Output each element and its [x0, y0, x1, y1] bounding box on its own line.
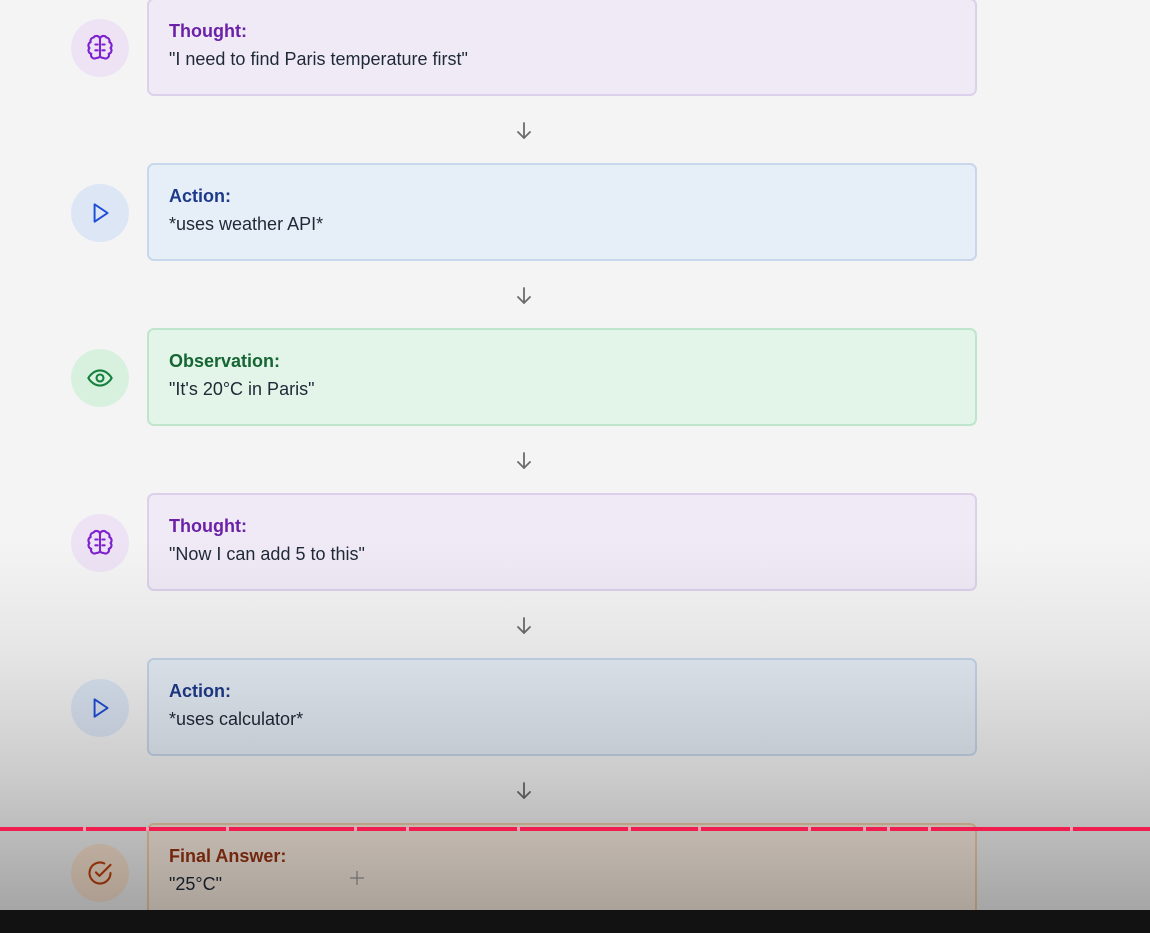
chapter-marker: [863, 827, 866, 831]
card-text: "I need to find Paris temperature first": [169, 49, 468, 69]
step-action-2: Action: *uses calculator*: [0, 658, 1150, 758]
step-final-answer: Final Answer: "25°C": [0, 823, 1150, 910]
step-thought-1: Thought: "I need to find Paris temperatu…: [0, 0, 1150, 98]
play-icon: [71, 679, 129, 737]
chapter-marker: [354, 827, 357, 831]
card-title: Observation:: [169, 351, 281, 371]
crosshair-cursor-icon: [350, 871, 364, 885]
video-player-bottom-bar: [0, 910, 1150, 933]
action-card: Action: *uses calculator*: [147, 658, 977, 756]
arrow-down-icon: [517, 287, 531, 304]
action-card: Action: *uses weather API*: [147, 163, 977, 261]
chapter-marker: [928, 827, 931, 831]
arrow-down-icon: [517, 452, 531, 469]
chapter-marker: [698, 827, 701, 831]
chapter-marker: [808, 827, 811, 831]
step-action-1: Action: *uses weather API*: [0, 163, 1150, 263]
card-title: Action:: [169, 681, 231, 701]
chapter-marker: [406, 827, 409, 831]
card-title: Action:: [169, 186, 231, 206]
observation-card: Observation: "It's 20°C in Paris": [147, 328, 977, 426]
final-answer-card: Final Answer: "25°C": [147, 823, 977, 910]
card-title: Thought:: [169, 516, 247, 536]
chapter-marker: [226, 827, 229, 831]
brain-icon: [71, 514, 129, 572]
check-circle-icon: [71, 844, 129, 902]
chapter-marker: [887, 827, 890, 831]
chapter-marker: [517, 827, 520, 831]
step-observation: Observation: "It's 20°C in Paris": [0, 328, 1150, 428]
thought-card: Thought: "Now I can add 5 to this": [147, 493, 977, 591]
chapter-marker: [146, 827, 149, 831]
card-text: *uses calculator*: [169, 709, 304, 729]
chapter-marker: [628, 827, 631, 831]
arrow-down-icon: [517, 782, 531, 799]
card-text: "It's 20°C in Paris": [169, 379, 315, 399]
card-title: Final Answer:: [169, 846, 287, 866]
react-flow-diagram: Thought: "I need to find Paris temperatu…: [0, 0, 1150, 910]
card-title: Thought:: [169, 21, 247, 41]
step-thought-2: Thought: "Now I can add 5 to this": [0, 493, 1150, 593]
play-icon: [71, 184, 129, 242]
chapter-marker: [83, 827, 86, 831]
thought-card: Thought: "I need to find Paris temperatu…: [147, 0, 977, 96]
arrow-down-icon: [517, 617, 531, 634]
card-text: "Now I can add 5 to this": [169, 544, 365, 564]
card-text: *uses weather API*: [169, 214, 324, 234]
card-text: "25°C": [169, 874, 222, 894]
eye-icon: [71, 349, 129, 407]
arrow-down-icon: [517, 122, 531, 139]
brain-icon: [71, 19, 129, 77]
chapter-marker: [1070, 827, 1073, 831]
video-progress-bar[interactable]: [0, 827, 1150, 831]
